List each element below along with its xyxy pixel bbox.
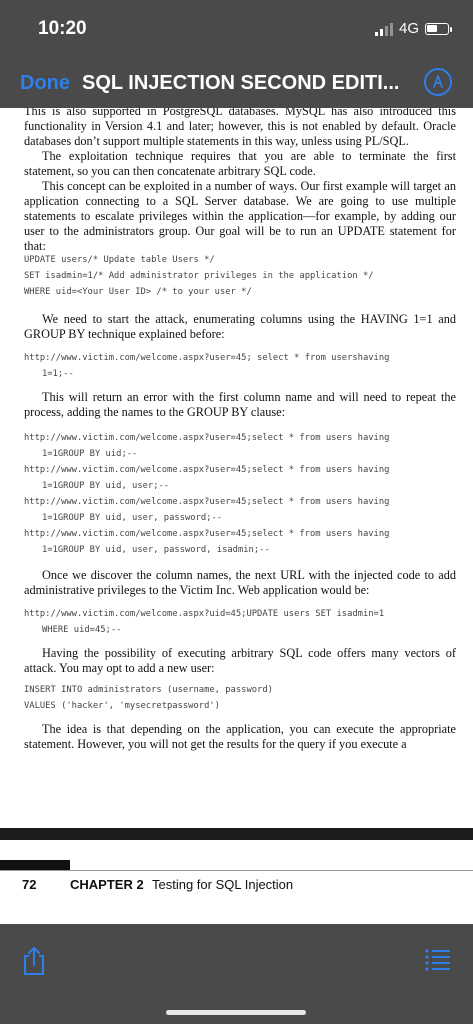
code-line: WHERE uid=45;-- <box>42 625 122 635</box>
done-button[interactable]: Done <box>20 72 70 95</box>
paragraph: This will return an error with the first… <box>24 390 456 419</box>
nav-bar: Done SQL INJECTION SECOND EDITI... <box>0 60 473 108</box>
network-type: 4G <box>398 20 419 37</box>
paragraph: Once we discover the column names, the n… <box>24 568 456 597</box>
footer-rule <box>0 870 473 871</box>
paragraph: This is also supported in PostgreSQL dat… <box>24 108 456 148</box>
home-indicator[interactable] <box>166 1010 306 1015</box>
code-block-having: http://www.victim.com/welcome.aspx?user=… <box>24 350 464 382</box>
footer-bar <box>0 860 70 870</box>
code-line: http://www.victim.com/welcome.aspx?user=… <box>24 465 390 475</box>
chapter-label: CHAPTER 2 <box>70 877 144 892</box>
code-block-update: UPDATE users/* Update table Users */ SET… <box>24 252 464 300</box>
code-line: http://www.victim.com/welcome.aspx?user=… <box>24 529 390 539</box>
code-line: http://www.victim.com/welcome.aspx?user=… <box>24 433 390 443</box>
code-block-insert: INSERT INTO administrators (username, pa… <box>24 682 464 714</box>
code-line: 1=1GROUP BY uid;-- <box>42 449 138 459</box>
code-line: http://www.victim.com/welcome.aspx?uid=4… <box>24 609 385 619</box>
battery-icon <box>425 22 452 35</box>
code-line: VALUES ('hacker', 'mysecretpassword') <box>24 701 220 711</box>
paragraph: The idea is that depending on the applic… <box>24 722 456 751</box>
status-indicators: 4G <box>374 20 452 37</box>
code-line: 1=1GROUP BY uid, user, password, isadmin… <box>42 545 270 555</box>
code-block-groupby: http://www.victim.com/welcome.aspx?user=… <box>24 430 464 462</box>
code-line: 1=1GROUP BY uid, user, password;-- <box>42 513 223 523</box>
signal-icon <box>374 22 393 36</box>
paragraph-block-6: The idea is that depending on the applic… <box>24 722 456 752</box>
status-bar: 10:20 4G <box>0 0 473 60</box>
code-line: SET isadmin=1/* Add administrator privil… <box>24 271 374 281</box>
code-line: INSERT INTO administrators (username, pa… <box>24 685 273 695</box>
paragraph-block-5: Having the possibility of executing arbi… <box>24 646 456 676</box>
paragraph-block-3: This will return an error with the first… <box>24 390 456 420</box>
chapter-title: Testing for SQL Injection <box>152 877 294 892</box>
document-page[interactable]: This is also supported in PostgreSQL dat… <box>0 108 473 828</box>
page-divider <box>0 828 473 840</box>
paragraph: We need to start the attack, enumerating… <box>24 312 456 341</box>
code-line: http://www.victim.com/welcome.aspx?user=… <box>24 353 390 363</box>
status-time: 10:20 <box>38 18 87 39</box>
paragraph-block-4: Once we discover the column names, the n… <box>24 568 456 598</box>
code-line: UPDATE users/* Update table Users */ <box>24 255 215 265</box>
code-line: WHERE uid=<Your User ID> /* to your user… <box>24 287 252 297</box>
code-line: http://www.victim.com/welcome.aspx?user=… <box>24 497 390 507</box>
code-block-groupby: http://www.victim.com/welcome.aspx?user=… <box>24 462 464 494</box>
code-line: 1=1GROUP BY uid, user;-- <box>42 481 170 491</box>
list-icon <box>425 949 450 971</box>
share-button[interactable] <box>20 946 48 976</box>
page-number: 72 <box>22 877 37 892</box>
paragraph: The exploitation technique requires that… <box>24 149 456 178</box>
code-block-groupby: http://www.victim.com/welcome.aspx?user=… <box>24 494 464 526</box>
document-title: SQL INJECTION SECOND EDITI... <box>82 72 400 94</box>
bottom-toolbar <box>0 924 473 1024</box>
page-footer: 72 CHAPTER 2 Testing for SQL Injection <box>0 840 473 924</box>
paragraph-block-2: We need to start the attack, enumerating… <box>24 312 456 342</box>
paragraph-block-1: This is also supported in PostgreSQL dat… <box>24 108 456 254</box>
paragraph: Having the possibility of executing arbi… <box>24 646 456 675</box>
list-button[interactable] <box>424 946 452 974</box>
code-block-admin: http://www.victim.com/welcome.aspx?uid=4… <box>24 606 464 638</box>
share-icon <box>24 947 44 975</box>
paragraph: This concept can be exploited in a numbe… <box>24 179 456 253</box>
pen-in-circle-icon <box>433 75 443 88</box>
code-block-groupby: http://www.victim.com/welcome.aspx?user=… <box>24 526 464 558</box>
markup-button[interactable] <box>424 68 452 96</box>
code-line: 1=1;-- <box>42 369 74 379</box>
